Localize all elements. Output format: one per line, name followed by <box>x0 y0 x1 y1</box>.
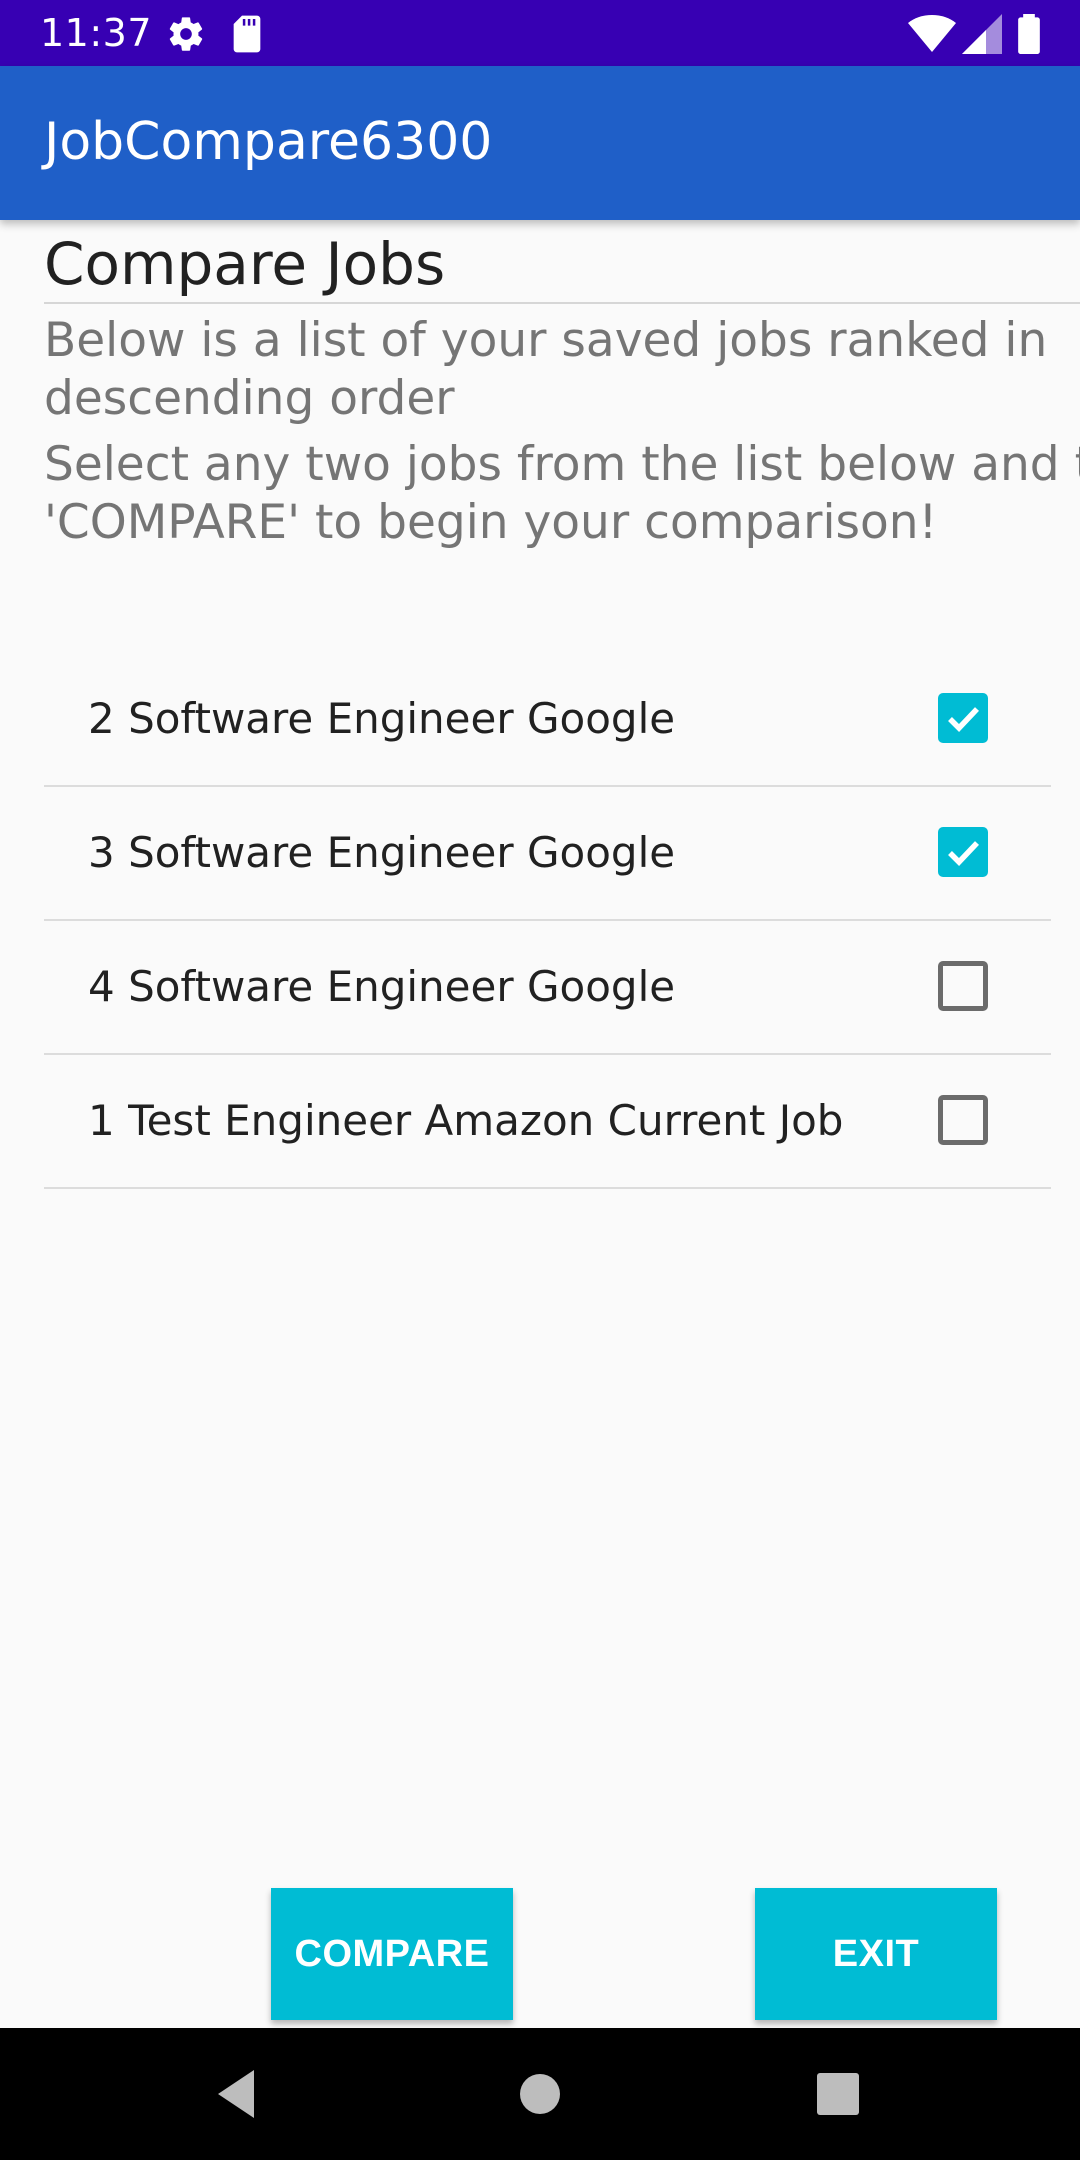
checkmark-icon <box>948 707 979 732</box>
status-bar: 11:37 <box>0 0 1080 66</box>
recents-square-icon[interactable] <box>808 2064 868 2124</box>
description-instructions-line-2: 'COMPARE' to begin your comparison! <box>44 495 938 550</box>
status-time: 11:37 <box>40 11 153 55</box>
list-item[interactable]: 1 Test Engineer Amazon Current Job <box>44 1055 1051 1189</box>
job-checkbox[interactable] <box>938 1095 988 1145</box>
app-title: JobCompare6300 <box>44 112 493 172</box>
back-triangle-icon[interactable] <box>210 2064 270 2124</box>
description-instructions: Select any two jobs from the list below … <box>44 436 1080 552</box>
gear-icon <box>169 17 203 51</box>
battery-icon <box>1018 14 1040 54</box>
app-bar: JobCompare6300 <box>0 66 1080 220</box>
list-item[interactable]: 2 Software Engineer Google <box>44 653 1051 787</box>
description-ranking-line-2: descending order <box>44 371 455 426</box>
job-label: 2 Software Engineer Google <box>88 694 676 743</box>
job-checkbox[interactable] <box>938 961 988 1011</box>
page-title: Compare Jobs <box>44 230 446 298</box>
list-item[interactable]: 4 Software Engineer Google <box>44 921 1051 1055</box>
cell-signal-icon <box>962 14 1002 54</box>
job-label: 3 Software Engineer Google <box>88 828 676 877</box>
description-ranking: Below is a list of your saved jobs ranke… <box>44 312 1080 428</box>
list-item[interactable]: 3 Software Engineer Google <box>44 787 1051 921</box>
home-circle-icon[interactable] <box>510 2064 570 2124</box>
wifi-icon <box>908 15 956 52</box>
job-label: 1 Test Engineer Amazon Current Job <box>88 1096 844 1145</box>
compare-button[interactable]: COMPARE <box>271 1888 513 2020</box>
description-ranking-line-1: Below is a list of your saved jobs ranke… <box>44 313 1048 368</box>
description-instructions-line-1: Select any two jobs from the list below … <box>44 437 1080 492</box>
job-checkbox[interactable] <box>938 827 988 877</box>
title-divider <box>44 302 1080 304</box>
exit-button[interactable]: EXIT <box>755 1888 997 2020</box>
job-list: 2 Software Engineer Google 3 Software En… <box>44 653 1051 1189</box>
checkmark-icon <box>948 841 979 866</box>
job-checkbox[interactable] <box>938 693 988 743</box>
sd-card-icon <box>233 15 261 53</box>
navigation-bar <box>0 2028 1080 2160</box>
job-label: 4 Software Engineer Google <box>88 962 676 1011</box>
